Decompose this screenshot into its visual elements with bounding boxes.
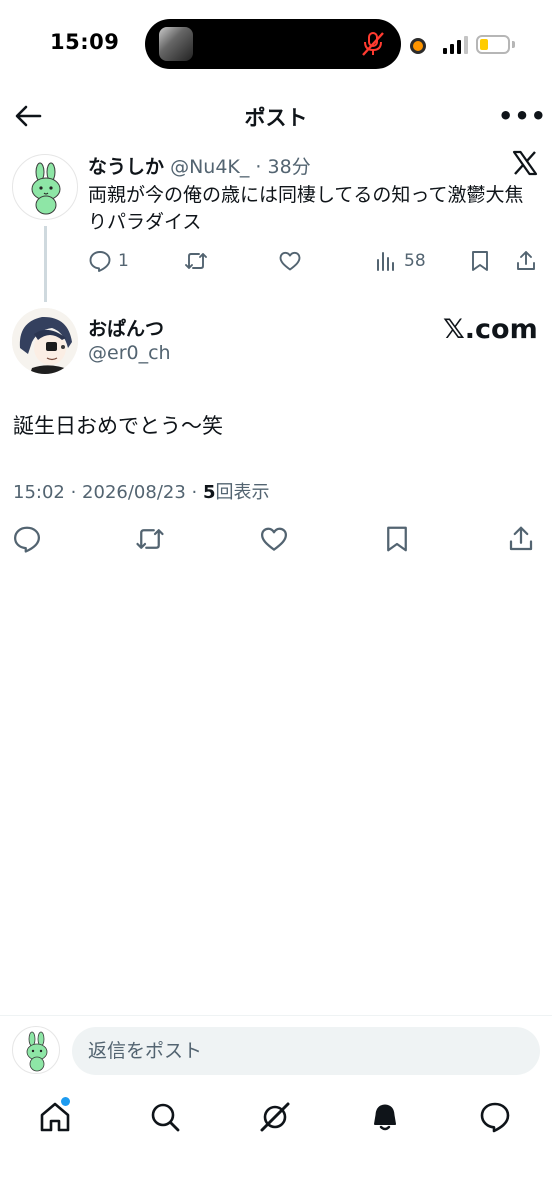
main-repost-button[interactable]	[135, 524, 165, 554]
analytics-icon	[377, 252, 394, 271]
page-title: ポスト	[244, 106, 308, 130]
reply-icon	[89, 251, 111, 272]
nav-grok[interactable]	[258, 1100, 292, 1134]
x-logo-icon	[512, 150, 538, 176]
mic-muted-icon	[362, 32, 384, 56]
nav-notifications[interactable]	[368, 1100, 402, 1134]
share-icon	[517, 251, 535, 270]
like-button[interactable]	[278, 246, 302, 276]
quoted-post-handle: @Nu4K_	[170, 156, 250, 178]
quoted-post-time: 38分	[267, 156, 311, 178]
dynamic-island[interactable]	[145, 19, 401, 69]
status-bar: 15:09	[0, 0, 552, 90]
reply-icon	[14, 526, 40, 553]
more-dots-icon[interactable]: •••	[498, 102, 546, 130]
nav-messages[interactable]	[478, 1100, 512, 1134]
main-post-handle[interactable]: @er0_ch	[88, 342, 171, 364]
views-count: 58	[404, 251, 426, 271]
bookmark-button[interactable]	[468, 246, 492, 276]
repost-icon	[185, 253, 207, 269]
bunny-avatar-icon	[31, 162, 61, 215]
main-share-button[interactable]	[506, 524, 536, 554]
bunny-avatar-icon	[26, 1031, 48, 1072]
main-post-name[interactable]: おぱんつ	[88, 314, 164, 341]
quoted-post-actions: 1 58	[88, 246, 540, 276]
main-post-timestamp: 15:02 · 2026/08/23 ·	[13, 482, 203, 503]
main-bookmark-button[interactable]	[382, 524, 412, 554]
battery-level	[480, 39, 488, 50]
reply-divider	[0, 1015, 552, 1016]
recording-indicator-icon	[410, 38, 426, 54]
thread-connector-line	[44, 226, 47, 302]
grok-icon	[260, 1102, 290, 1132]
status-time: 15:09	[50, 30, 120, 54]
notifications-icon	[374, 1104, 396, 1131]
battery-tip	[512, 41, 515, 48]
main-post-views-count[interactable]: 5	[203, 482, 216, 503]
x-com-brand: 𝕏.com	[443, 314, 538, 345]
bottom-nav	[0, 1090, 552, 1150]
bookmark-icon	[387, 526, 407, 552]
quoted-post-text: 両親が今の俺の歳には同棲してるの知って激鬱大焦りパラダイス	[88, 184, 524, 233]
views-button[interactable]: 58	[374, 246, 426, 276]
main-post-actions	[0, 520, 552, 560]
home-notification-dot	[61, 1097, 70, 1106]
now-playing-artwork	[159, 27, 193, 61]
reply-button[interactable]: 1	[88, 246, 129, 276]
quoted-post-avatar[interactable]	[12, 154, 78, 220]
share-icon	[509, 526, 533, 551]
nav-search[interactable]	[148, 1100, 182, 1134]
repost-icon	[136, 529, 164, 549]
share-button[interactable]	[514, 246, 538, 276]
heart-icon	[279, 251, 301, 271]
quoted-post-separator: ·	[255, 156, 262, 178]
reply-user-avatar[interactable]	[12, 1026, 60, 1074]
character-avatar-icon	[12, 308, 78, 374]
main-post-views-label[interactable]: 回表示	[215, 482, 269, 503]
quoted-post-author-row[interactable]: なうしか @Nu4K_ · 38分	[88, 152, 311, 179]
heart-icon	[261, 527, 287, 551]
quoted-post-name: なうしか	[88, 156, 165, 178]
main-reply-button[interactable]	[12, 524, 42, 554]
main-post-text: 誕生日おめでとう〜笑	[13, 414, 223, 438]
main-post-meta: 15:02 · 2026/08/23 · 5回表示	[13, 478, 269, 504]
main-post-avatar[interactable]	[12, 308, 78, 374]
bookmark-icon	[472, 251, 488, 271]
post-header: ポスト •••	[0, 90, 552, 142]
messages-icon	[480, 1102, 510, 1133]
reply-input[interactable]	[72, 1027, 540, 1075]
battery-icon	[476, 35, 510, 54]
main-like-button[interactable]	[259, 524, 289, 554]
search-icon	[151, 1103, 180, 1132]
reply-count: 1	[118, 251, 129, 271]
cellular-signal-icon	[443, 36, 469, 54]
repost-button[interactable]	[184, 246, 208, 276]
